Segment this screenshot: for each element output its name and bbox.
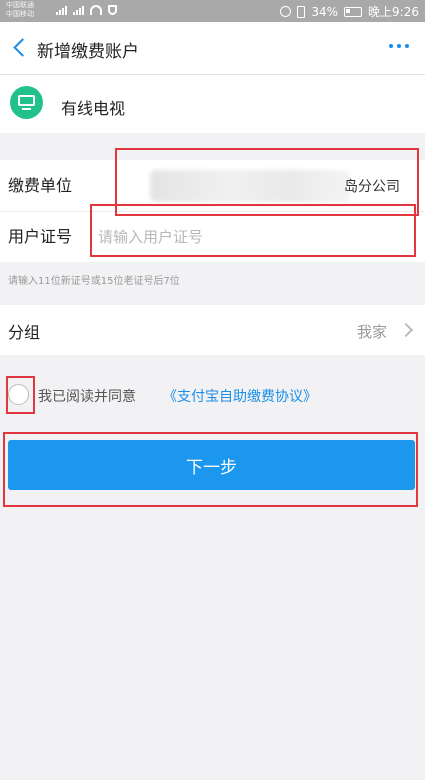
group-row[interactable]: 分组 我家 — [0, 305, 425, 355]
service-row: 有线电视 — [0, 75, 425, 133]
more-dots-icon — [389, 44, 409, 48]
alarm-icon — [280, 6, 292, 17]
wifi-icon — [90, 5, 102, 15]
shield-icon — [108, 5, 117, 15]
nav-bar: 新增缴费账户 — [0, 22, 425, 75]
status-bar: 中国联通 中国移动 34% 晚上9:26 — [0, 0, 425, 22]
user-id-label: 用户证号 — [8, 227, 73, 246]
unit-label: 缴费单位 — [8, 176, 73, 195]
page-title: 新增缴费账户 — [37, 42, 139, 62]
vibrate-icon — [297, 5, 306, 18]
group-value: 我家 — [356, 323, 387, 341]
signal-icon — [56, 6, 67, 15]
carrier-1: 中国联通 — [6, 1, 34, 9]
battery-percent: 34% — [311, 4, 339, 19]
agreement-link[interactable]: 《支付宝自助缴费协议》 — [163, 386, 317, 406]
signal-icon-2 — [73, 6, 84, 15]
carrier-2: 中国移动 — [6, 10, 34, 18]
annotation-box-user-id — [90, 204, 416, 257]
carrier-names: 中国联通 中国移动 — [6, 1, 34, 19]
agreement-row: 我已阅读并同意 《支付宝自助缴费协议》 — [0, 378, 425, 412]
back-button[interactable] — [6, 32, 38, 64]
chevron-right-icon — [398, 322, 414, 338]
annotation-box-next — [3, 432, 418, 507]
more-button[interactable] — [385, 40, 413, 52]
battery-icon — [344, 6, 363, 17]
service-name: 有线电视 — [61, 99, 126, 118]
agree-text: 我已阅读并同意 — [38, 389, 136, 405]
tv-icon — [10, 86, 43, 119]
group-label: 分组 — [8, 323, 41, 342]
user-id-hint: 请输入11位新证号或15位老证号后7位 — [8, 276, 180, 287]
clock: 晚上9:26 — [368, 5, 419, 19]
annotation-box-checkbox — [6, 376, 35, 414]
status-right: 34% 晚上9:26 — [280, 3, 419, 20]
signal-indicators — [56, 5, 117, 15]
